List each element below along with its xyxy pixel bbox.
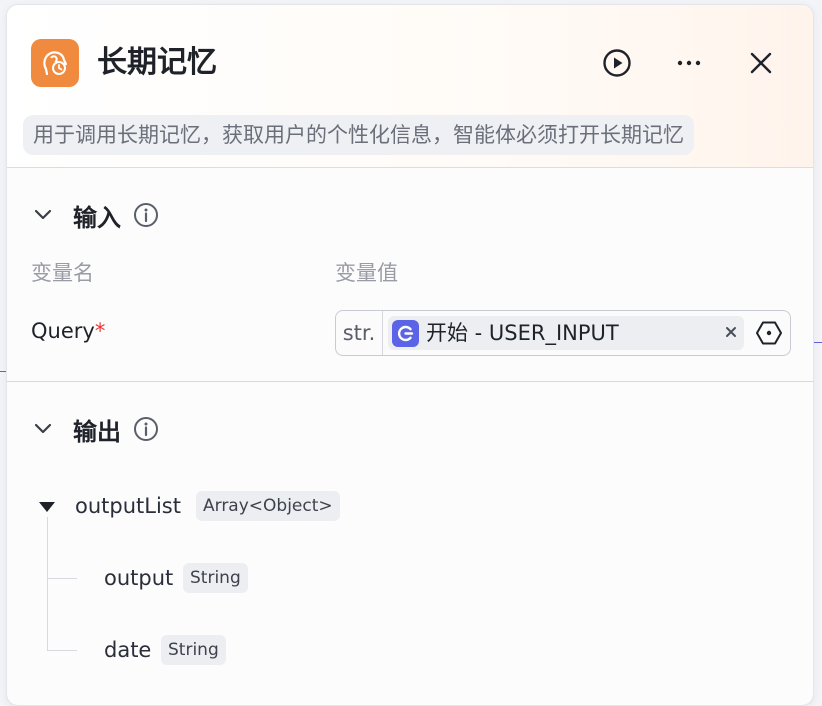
chevron-down-icon[interactable]: [31, 203, 55, 227]
more-dots-icon: [677, 60, 701, 66]
chevron-down-icon[interactable]: [31, 417, 55, 441]
type-selector[interactable]: str.: [336, 311, 383, 355]
more-button[interactable]: [673, 47, 705, 79]
memory-clock-icon: [31, 39, 79, 87]
tree-collapse-caret-icon[interactable]: [39, 502, 55, 512]
node-title: 长期记忆: [97, 45, 217, 80]
output-section-title: 输出: [73, 417, 121, 446]
output-root-name: outputList: [75, 494, 181, 518]
variable-select-hexagon-icon[interactable]: [754, 318, 784, 348]
input-section-header: 输入: [31, 199, 159, 232]
variable-reference-chip[interactable]: 开始 - USER_INPUT: [388, 316, 744, 350]
run-button[interactable]: [601, 47, 633, 79]
required-mark: *: [94, 319, 106, 343]
output-child-type: String: [183, 563, 248, 593]
output-child-name: output: [104, 566, 174, 590]
output-root-type: Array<Object>: [196, 491, 340, 521]
node-description: 用于调用长期记忆，获取用户的个性化信息，智能体必须打开长期记忆: [23, 115, 694, 155]
close-button[interactable]: [745, 47, 777, 79]
variable-reference-text: 开始 - USER_INPUT: [426, 321, 619, 345]
param-name-query: Query*: [31, 319, 105, 343]
column-header-variable-name: 变量名: [31, 261, 94, 285]
output-child-name: date: [104, 638, 152, 662]
output-child-type: String: [161, 635, 226, 665]
close-icon: [750, 52, 772, 74]
play-circle-icon: [603, 49, 631, 77]
query-value-input[interactable]: str. 开始 - USER_INPUT: [335, 310, 791, 356]
section-divider: [7, 381, 813, 382]
tree-connector-vertical: [47, 517, 48, 651]
clear-reference-icon[interactable]: [722, 323, 740, 341]
info-icon[interactable]: [133, 416, 159, 442]
tree-connector-branch: [47, 578, 77, 579]
output-section-header: 输出: [31, 413, 159, 446]
input-section-title: 输入: [73, 203, 121, 232]
long-term-memory-node-panel: 长期记忆 用于调用长期记忆，获取用户的个性化信息，智能体必须打开长期记忆 输入 …: [6, 4, 814, 706]
node-header: 长期记忆 用于调用长期记忆，获取用户的个性化信息，智能体必须打开长期记忆: [7, 5, 813, 168]
column-header-variable-value: 变量值: [335, 261, 398, 285]
info-icon[interactable]: [133, 202, 159, 228]
tree-connector-branch: [47, 650, 77, 651]
start-node-icon: [392, 320, 419, 347]
param-name-text: Query: [31, 319, 95, 343]
